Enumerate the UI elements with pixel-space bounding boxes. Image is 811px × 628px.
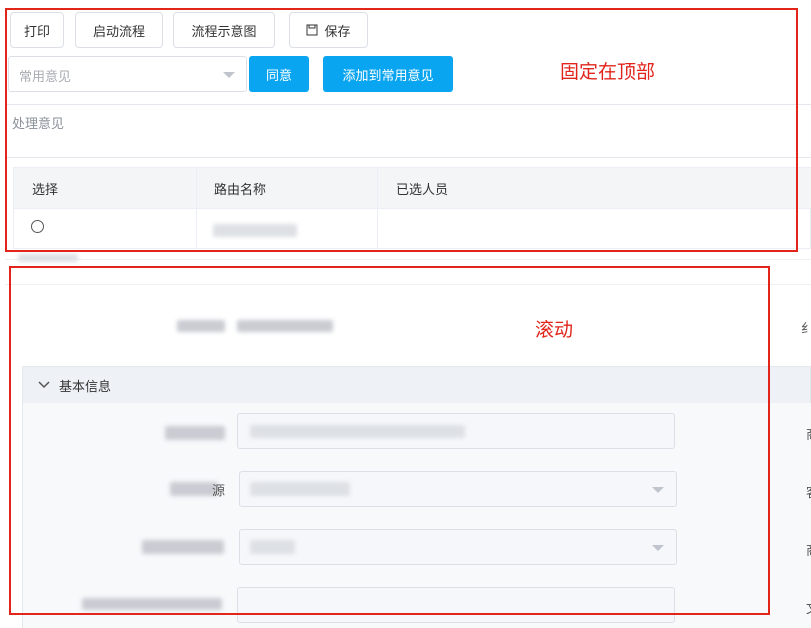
route-name-redacted [213,224,297,237]
text-field-1[interactable] [237,413,675,449]
text-field-4[interactable] [237,587,675,623]
agree-button[interactable]: 同意 [249,56,309,92]
divider [14,208,811,209]
right-edge-text: 商 [806,540,811,559]
select-field-3[interactable] [239,529,677,565]
field-label-redacted [82,598,222,610]
agree-button-label: 同意 [265,68,292,84]
form-title-redacted [237,320,333,332]
divider [5,104,811,105]
column-header-select: 选择 [32,182,59,198]
field-value-redacted [250,540,295,554]
save-icon [306,24,318,36]
start-flow-button[interactable]: 启动流程 [75,12,163,48]
print-button-label: 打印 [23,24,50,40]
form-title-redacted [177,320,225,332]
add-common-opinion-button-label: 添加到常用意见 [342,68,434,84]
field-label-fragment: 源 [212,484,226,499]
process-opinion-textarea[interactable]: 处理意见 [12,113,64,132]
chevron-down-icon [652,487,664,493]
print-button[interactable]: 打印 [10,12,64,48]
column-header-route-name: 路由名称 [214,182,267,198]
flow-diagram-button[interactable]: 流程示意图 [173,12,275,48]
chevron-down-icon [652,545,664,551]
field-label-redacted [142,540,224,554]
common-opinion-placeholder: 常用意见 [19,70,72,85]
redacted-text [18,254,78,262]
save-button[interactable]: 保存 [289,12,368,48]
column-header-selected-people: 已选人员 [396,182,449,198]
right-edge-text: 客 [806,482,811,501]
common-opinion-select[interactable]: 常用意见 [8,56,247,92]
field-value-redacted [250,425,465,438]
scroll-annotation-label: 滚动 [535,319,574,341]
field-value-redacted [250,482,350,496]
fixed-top-annotation-label: 固定在顶部 [560,61,656,83]
divider [5,259,811,260]
chevron-down-icon [223,72,235,78]
right-edge-text: 商 [806,424,811,443]
basic-info-panel-header[interactable]: 基本信息 [22,366,811,403]
divider [5,157,811,158]
right-edge-text: 纟 [801,322,811,337]
add-common-opinion-button[interactable]: 添加到常用意见 [323,56,453,92]
basic-info-title: 基本信息 [59,380,112,395]
right-edge-text: 文 [806,598,811,617]
start-flow-button-label: 启动流程 [92,24,145,40]
save-button-label: 保存 [324,24,351,40]
chevron-down-icon [38,381,50,389]
select-field-2[interactable] [239,471,677,507]
field-label-redacted [170,482,218,496]
field-label-redacted [165,426,225,440]
divider [5,284,811,285]
flow-diagram-button-label: 流程示意图 [191,24,257,40]
route-radio[interactable] [31,220,44,233]
